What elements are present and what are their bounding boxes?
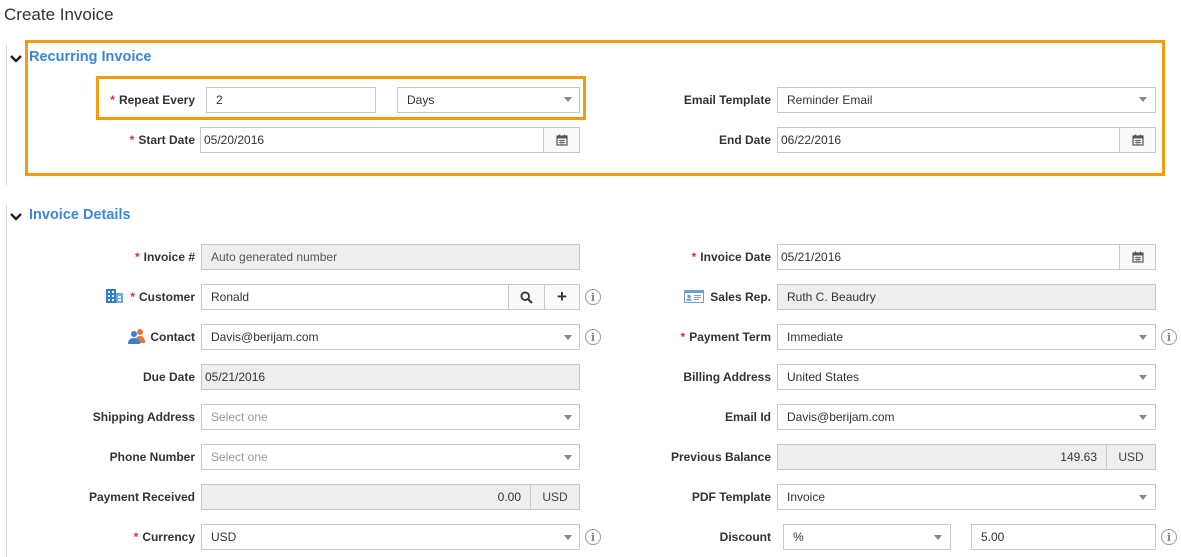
- chevron-down-icon: [1139, 495, 1147, 500]
- end-date-label: End Date: [718, 133, 771, 147]
- shipping-address-select[interactable]: Select one: [201, 404, 580, 430]
- start-date-calendar-button[interactable]: [543, 127, 580, 153]
- phone-number-select[interactable]: Select one: [201, 444, 580, 470]
- discount-type-select[interactable]: %: [783, 524, 951, 550]
- previous-balance-input[interactable]: 149.63: [777, 444, 1107, 470]
- previous-balance-label: Previous Balance: [670, 450, 771, 464]
- payment-received-label: Payment Received: [88, 490, 195, 504]
- shipping-address-label: Shipping Address: [92, 410, 195, 424]
- end-date-calendar-button[interactable]: [1119, 127, 1156, 153]
- contact-label: Contact: [150, 330, 195, 344]
- plus-icon: +: [557, 287, 567, 306]
- email-id-select[interactable]: Davis@berijam.com: [777, 404, 1156, 430]
- due-date-label: Due Date: [142, 370, 195, 384]
- due-date-input[interactable]: 05/21/2016: [201, 364, 580, 390]
- info-icon[interactable]: i: [1161, 329, 1177, 345]
- discount-label: Discount: [719, 530, 771, 544]
- end-date-input[interactable]: 06/22/2016: [777, 127, 1120, 153]
- info-icon[interactable]: i: [585, 529, 601, 545]
- info-icon[interactable]: i: [1161, 529, 1177, 545]
- calendar-icon: [1131, 251, 1144, 263]
- section-title-invoice-details[interactable]: Invoice Details: [29, 207, 131, 223]
- currency-label: * Currency: [133, 530, 195, 544]
- calendar-icon: [555, 134, 568, 146]
- contacts-icon: [128, 329, 145, 344]
- email-template-label: Email Template: [683, 93, 771, 107]
- pdf-template-select[interactable]: Invoice: [777, 484, 1156, 510]
- chevron-down-icon: [1139, 97, 1147, 102]
- building-icon: [106, 289, 123, 303]
- chevron-down-icon: [564, 97, 572, 102]
- billing-address-select[interactable]: United States: [777, 364, 1156, 390]
- page-title: Create Invoice: [4, 5, 114, 24]
- chevron-down-icon: [1139, 335, 1147, 340]
- phone-number-label: Phone Number: [109, 450, 195, 464]
- info-icon[interactable]: i: [585, 329, 601, 345]
- section-title-recurring[interactable]: Recurring Invoice: [29, 49, 151, 65]
- customer-search-button[interactable]: [508, 284, 545, 310]
- add-customer-button[interactable]: +: [544, 284, 580, 310]
- billing-address-label: Billing Address: [683, 370, 771, 384]
- chevron-down-icon: [564, 455, 572, 460]
- chevron-down-icon: [564, 415, 572, 420]
- start-date-label: * Start Date: [129, 133, 195, 147]
- repeat-every-label: * Repeat Every: [110, 93, 195, 107]
- chevron-down-icon: [1139, 415, 1147, 420]
- payment-received-input[interactable]: 0.00: [201, 484, 531, 510]
- customer-label: * Customer: [130, 290, 195, 304]
- payment-term-select[interactable]: Immediate: [777, 324, 1156, 350]
- info-icon[interactable]: i: [585, 289, 601, 305]
- start-date-input[interactable]: 05/20/2016: [200, 127, 544, 153]
- repeat-every-input[interactable]: 2: [206, 87, 376, 113]
- sales-rep-label: Sales Rep.: [710, 290, 771, 304]
- calendar-icon: [1131, 134, 1144, 146]
- email-template-select[interactable]: Reminder Email: [777, 87, 1156, 113]
- previous-balance-currency: USD: [1106, 444, 1156, 470]
- invoice-number-input[interactable]: Auto generated number: [201, 244, 580, 270]
- payment-received-currency: USD: [530, 484, 580, 510]
- chevron-down-icon: [564, 335, 572, 340]
- payment-term-label: * Payment Term: [680, 330, 771, 344]
- section-divider: [6, 45, 7, 185]
- chevron-down-icon: [564, 535, 572, 540]
- chevron-down-icon[interactable]: [9, 210, 23, 224]
- customer-input[interactable]: Ronald: [201, 284, 509, 310]
- pdf-template-label: PDF Template: [691, 490, 771, 504]
- email-id-label: Email Id: [724, 410, 771, 424]
- id-card-icon: [684, 290, 704, 303]
- section-divider: [6, 205, 7, 557]
- chevron-down-icon[interactable]: [9, 52, 23, 66]
- contact-select[interactable]: Davis@berijam.com: [201, 324, 580, 350]
- sales-rep-input[interactable]: Ruth C. Beaudry: [777, 284, 1156, 310]
- chevron-down-icon: [934, 535, 942, 540]
- repeat-unit-select[interactable]: Days: [397, 87, 580, 113]
- invoice-date-calendar-button[interactable]: [1119, 244, 1156, 270]
- invoice-number-label: * Invoice #: [134, 250, 195, 264]
- invoice-date-label: * Invoice Date: [691, 250, 771, 264]
- search-icon: [520, 290, 533, 304]
- chevron-down-icon: [1139, 375, 1147, 380]
- discount-value-input[interactable]: 5.00: [971, 524, 1156, 550]
- currency-select[interactable]: USD: [201, 524, 580, 550]
- invoice-date-input[interactable]: 05/21/2016: [777, 244, 1120, 270]
